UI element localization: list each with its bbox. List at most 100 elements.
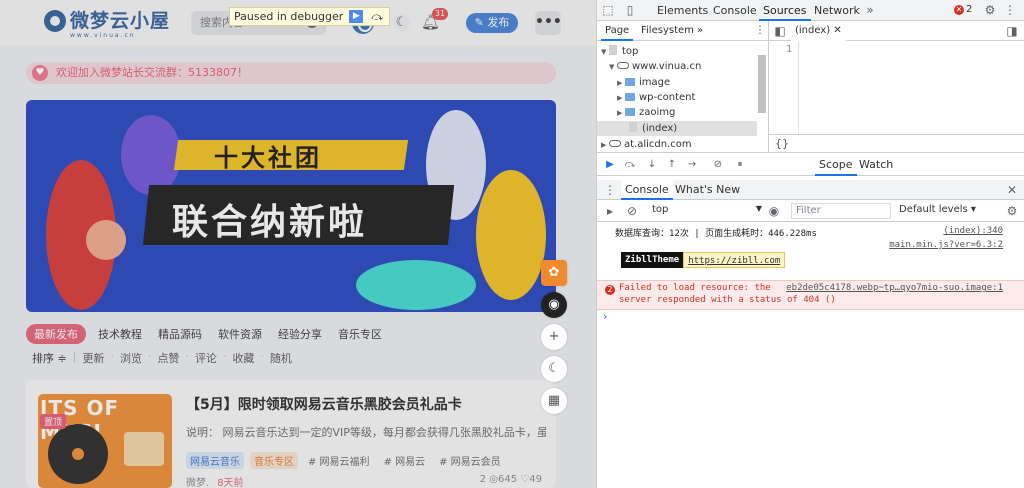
navigator-menu-icon[interactable]: ⋮ — [751, 21, 769, 41]
step-over-icon[interactable]: ⤼ — [623, 158, 637, 172]
sort-update[interactable]: 更新 — [82, 350, 104, 366]
device-toolbar-icon[interactable]: ▯ — [623, 3, 637, 17]
tag-item[interactable]: 音乐专区 — [250, 452, 298, 469]
console-prompt[interactable]: › — [603, 310, 607, 323]
add-icon[interactable]: + — [541, 324, 567, 350]
tab-network[interactable]: Network — [810, 0, 864, 21]
more-menu-button[interactable]: ••• — [535, 11, 562, 35]
cloud-icon — [617, 62, 629, 69]
context-selector[interactable]: top ▼ — [652, 204, 762, 215]
error-source-link[interactable]: eb2de05c4178.webp~tp…qyo7mio-suo.image:1 — [786, 283, 1003, 293]
tree-item-file[interactable]: (index) — [597, 121, 757, 136]
step-icon[interactable]: → — [685, 158, 699, 172]
tree-item-label: at.alicdn.com — [624, 139, 692, 150]
banner-figure — [121, 115, 181, 195]
tab-source-code[interactable]: 精品源码 — [154, 324, 206, 344]
editor-tab-index[interactable]: (index) ✕ — [791, 21, 846, 41]
tab-experience[interactable]: 经验分享 — [274, 324, 326, 344]
theme-toggle-icon[interactable]: ☾ — [393, 14, 410, 31]
kebab-menu-icon[interactable]: ⋮ — [1003, 3, 1017, 17]
tab-watch[interactable]: Watch — [855, 153, 897, 176]
console-filter-input[interactable]: Filter — [791, 203, 891, 219]
post-thumbnail[interactable]: ITS OF MUSI 置顶 — [38, 394, 172, 488]
live-expression-eye-icon[interactable]: ◉ — [767, 204, 781, 218]
site-logo[interactable]: 微梦云小屋 www.vinua.cn — [44, 10, 171, 39]
clear-console-icon[interactable]: ⊘ — [625, 204, 639, 218]
pretty-print-button[interactable]: {} — [769, 134, 1024, 152]
debugger-label: Paused in debugger — [234, 10, 344, 23]
tab-tutorials[interactable]: 技术教程 — [94, 324, 146, 344]
inspect-element-icon[interactable]: ⬚ — [601, 3, 615, 17]
more-navigator-tabs-icon[interactable]: » — [693, 21, 707, 41]
pencil-icon: ✎ — [474, 16, 488, 29]
tab-console[interactable]: Console — [709, 0, 761, 21]
tree-item-label: www.vinua.cn — [632, 61, 702, 72]
sort-favorites[interactable]: 收藏 — [232, 350, 254, 366]
tree-item-folder[interactable]: ▶ zaoimg — [597, 105, 757, 120]
publish-button[interactable]: ✎ 发布 — [466, 13, 518, 33]
tab-scope[interactable]: Scope — [815, 153, 857, 176]
line-gutter: 1 — [769, 41, 799, 135]
more-tabs-icon[interactable]: » — [863, 3, 877, 17]
announcement-bar[interactable]: ♥ 欢迎加入微梦站长交流群：5133807！ — [26, 62, 556, 84]
post-card[interactable]: ITS OF MUSI 置顶 【5月】限时领取网易云音乐黑胶会员礼品卡 说明： … — [26, 380, 556, 488]
tree-item-folder[interactable]: ▶ wp-content — [597, 90, 757, 105]
sort-random[interactable]: 随机 — [270, 350, 292, 366]
error-count-badge[interactable]: ✕ 2 — [954, 4, 972, 15]
tab-latest[interactable]: 最新发布 — [26, 324, 86, 344]
tab-music[interactable]: 音乐专区 — [334, 324, 386, 344]
tab-filesystem[interactable]: Filesystem — [637, 21, 698, 41]
tree-item-folder[interactable]: ▶ image — [597, 75, 757, 90]
tag-item[interactable]: # 网易云会员 — [435, 452, 505, 469]
tab-page[interactable]: Page — [601, 21, 634, 41]
log-levels-dropdown[interactable]: Default levels ▾ — [899, 204, 976, 215]
drawer-menu-icon[interactable]: ⋮ — [603, 183, 617, 197]
log-source-link[interactable]: main.min.js?ver=6.3:2 — [889, 240, 1003, 250]
pause-on-exceptions-icon[interactable]: ⏸ — [733, 158, 747, 172]
qr-code-icon[interactable]: ▦ — [541, 388, 567, 414]
console-settings-icon[interactable]: ⚙ — [1005, 204, 1019, 218]
sort-comments[interactable]: 评论 — [195, 350, 217, 366]
tab-sources[interactable]: Sources — [759, 0, 811, 21]
author-name[interactable]: 微梦. — [186, 474, 209, 488]
close-drawer-icon[interactable]: ✕ — [1005, 183, 1019, 197]
navigator-scrollbar[interactable] — [758, 55, 766, 113]
tab-elements[interactable]: Elements — [653, 0, 712, 21]
tab-software[interactable]: 软件资源 — [214, 324, 266, 344]
sort-views[interactable]: 浏览 — [120, 350, 142, 366]
tree-item-domain[interactable]: ▼ www.vinua.cn — [597, 59, 757, 74]
log-source-link[interactable]: (index):340 — [943, 226, 1003, 236]
drawer-tab-whats-new[interactable]: What's New — [671, 180, 744, 200]
toggle-debugger-icon[interactable]: ◨ — [1005, 24, 1019, 38]
deactivate-breakpoints-icon[interactable]: ⊘ — [711, 158, 725, 172]
post-title[interactable]: 【5月】限时领取网易云音乐黑胶会员礼品卡 — [186, 394, 462, 414]
logo-text: 微梦云小屋 — [70, 10, 171, 32]
step-over-icon[interactable]: ⤼ — [369, 10, 385, 23]
tag-item[interactable]: # 网易云福利 — [304, 452, 374, 469]
settings-icon[interactable]: ⚙ — [983, 3, 997, 17]
close-tab-icon[interactable]: ✕ — [833, 25, 841, 36]
sort-dropdown[interactable]: 排序 ≑ — [32, 350, 67, 366]
tree-item-top[interactable]: ▼ top — [597, 44, 757, 59]
drawer-tab-console[interactable]: Console — [621, 180, 673, 200]
resume-icon[interactable]: ▶ — [349, 10, 364, 23]
tag-item[interactable]: # 网易云 — [380, 452, 430, 469]
resume-icon[interactable]: ▶ — [603, 158, 617, 172]
console-sidebar-icon[interactable]: ▸ — [603, 204, 617, 218]
gift-icon[interactable]: ✿ — [541, 260, 567, 286]
tree-item-label: top — [622, 46, 639, 57]
devtools-panel: ⬚ ▯ Elements Console Sources Network » ✕… — [596, 0, 1024, 488]
toggle-navigator-icon[interactable]: ◧ — [773, 24, 787, 38]
zibll-link[interactable]: https://zibll.com — [683, 252, 786, 268]
tag-item[interactable]: 网易云音乐 — [186, 452, 244, 469]
error-icon: 2 — [605, 285, 615, 295]
qq-icon[interactable]: ◉ — [541, 292, 567, 318]
sort-likes[interactable]: 点赞 — [157, 350, 179, 366]
step-out-icon[interactable]: ↑ — [665, 158, 679, 172]
divider: · — [222, 350, 227, 363]
step-into-icon[interactable]: ↓ — [645, 158, 659, 172]
context-label: top — [652, 204, 669, 215]
dark-mode-icon[interactable]: ☾ — [541, 356, 567, 382]
promo-banner[interactable]: 十大社团 联合纳新啦 — [26, 100, 556, 312]
tree-item-domain[interactable]: ▶ at.alicdn.com — [597, 137, 757, 152]
